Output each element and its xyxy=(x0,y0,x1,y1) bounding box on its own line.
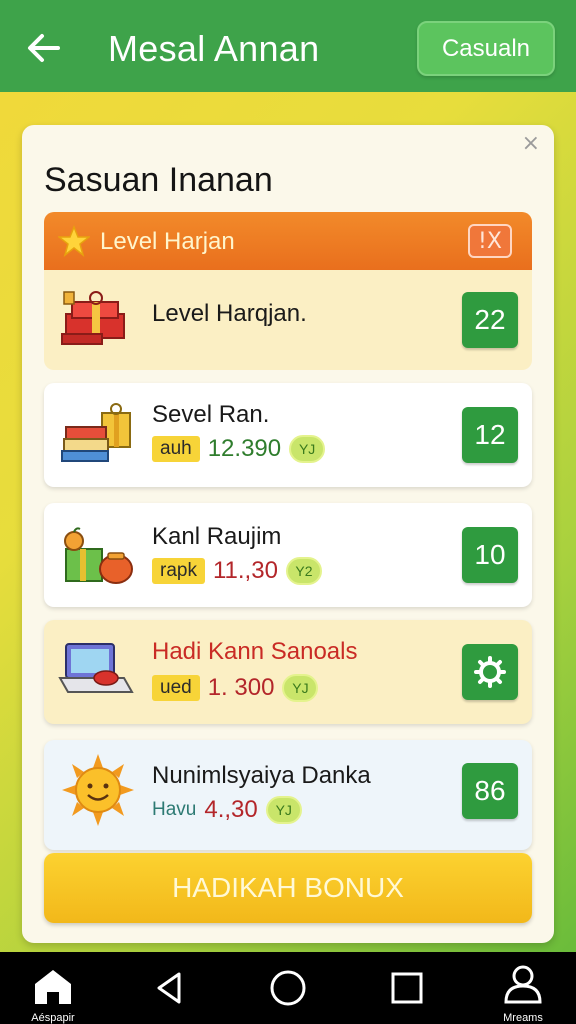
list-item[interactable]: Hadi Kann Sanoals ued 1. 300 YJ xyxy=(44,620,532,724)
item-amount: 4.,30 xyxy=(204,796,258,823)
item-meta: auh 12.390 YJ xyxy=(152,435,326,463)
item-tag: rapk xyxy=(152,558,205,584)
app-title: Mesal Annan xyxy=(108,28,320,69)
square-recents-icon xyxy=(391,972,423,1004)
nav-profile-label: Mreams xyxy=(503,1012,543,1024)
list-item[interactable]: Sevel Ran. auh 12.390 YJ 12 xyxy=(44,383,532,487)
coin-icon: YJ xyxy=(289,435,326,463)
item-tag: auh xyxy=(152,436,200,462)
sun-icon xyxy=(62,754,134,826)
item-count-badge[interactable]: 86 xyxy=(462,763,518,819)
star-icon xyxy=(58,225,90,257)
item-name: Sevel Ran. xyxy=(152,401,270,428)
nav-home-circle-button[interactable] xyxy=(243,952,333,1024)
item-count-badge[interactable]: 22 xyxy=(462,292,518,348)
list-item[interactable]: Kanl Raujim rapk 11.,30 Y2 10 xyxy=(44,503,532,607)
nav-back-button[interactable] xyxy=(124,952,214,1024)
item-amount: 11.,30 xyxy=(212,557,278,584)
gift-box-icon xyxy=(61,291,125,345)
coin-icon: YJ xyxy=(265,796,302,824)
close-icon[interactable]: × xyxy=(522,131,540,156)
top-app-bar: Mesal Annan Casualn xyxy=(0,0,576,92)
triangle-back-icon xyxy=(157,972,181,1004)
item-count-badge[interactable]: 12 xyxy=(462,407,518,463)
item-name: Level Harqjan. xyxy=(152,300,307,327)
nav-home-label: Aéspapir xyxy=(31,1012,75,1024)
section-close-button[interactable]: !X xyxy=(468,224,512,258)
item-tag: ued xyxy=(152,675,200,701)
nav-profile-button[interactable]: Mreams xyxy=(478,952,568,1024)
laptop-icon xyxy=(58,643,134,693)
item-amount: 1. 300 xyxy=(207,674,275,701)
circle-home-icon xyxy=(270,970,306,1006)
item-name: Hadi Kann Sanoals xyxy=(152,638,358,665)
item-count-badge[interactable]: 10 xyxy=(462,527,518,583)
item-tag: Havu xyxy=(152,799,197,820)
arrow-left-icon xyxy=(28,34,60,62)
levels-card: × Sasuan Inanan Level Harjan !X Level Ha… xyxy=(22,125,554,943)
fruit-basket-icon xyxy=(64,527,133,584)
bonus-button[interactable]: HADIKAH BONUX xyxy=(44,853,532,923)
section-header-label: Level Harjan xyxy=(100,228,235,255)
system-nav-bar: Aéspapir Mreams xyxy=(0,952,576,1024)
settings-icon xyxy=(474,656,506,688)
user-icon xyxy=(504,965,542,1004)
gift-stack-icon xyxy=(61,403,131,462)
item-name: Kanl Raujim xyxy=(152,523,282,550)
home-icon xyxy=(35,970,71,1004)
item-meta: ued 1. 300 YJ xyxy=(152,674,319,702)
item-meta: rapk 11.,30 Y2 xyxy=(152,557,322,585)
card-title: Sasuan Inanan xyxy=(44,161,273,199)
top-action-button[interactable]: Casualn xyxy=(417,21,555,76)
nav-recents-button[interactable] xyxy=(362,952,452,1024)
item-meta: Havu 4.,30 YJ xyxy=(152,796,302,824)
settings-badge[interactable] xyxy=(462,644,518,700)
item-name: Nunimlsyaiya Danka xyxy=(152,762,371,789)
coin-icon: Y2 xyxy=(285,557,322,585)
section-header: Level Harjan !X xyxy=(44,212,532,270)
back-button[interactable] xyxy=(22,26,66,70)
nav-home-button[interactable]: Aéspapir xyxy=(8,952,98,1024)
item-amount: 12.390 xyxy=(207,435,282,462)
list-item[interactable]: Level Harqjan. 22 xyxy=(44,270,532,370)
coin-icon: YJ xyxy=(282,674,319,702)
list-item[interactable]: Nunimlsyaiya Danka Havu 4.,30 YJ 86 xyxy=(44,740,532,850)
